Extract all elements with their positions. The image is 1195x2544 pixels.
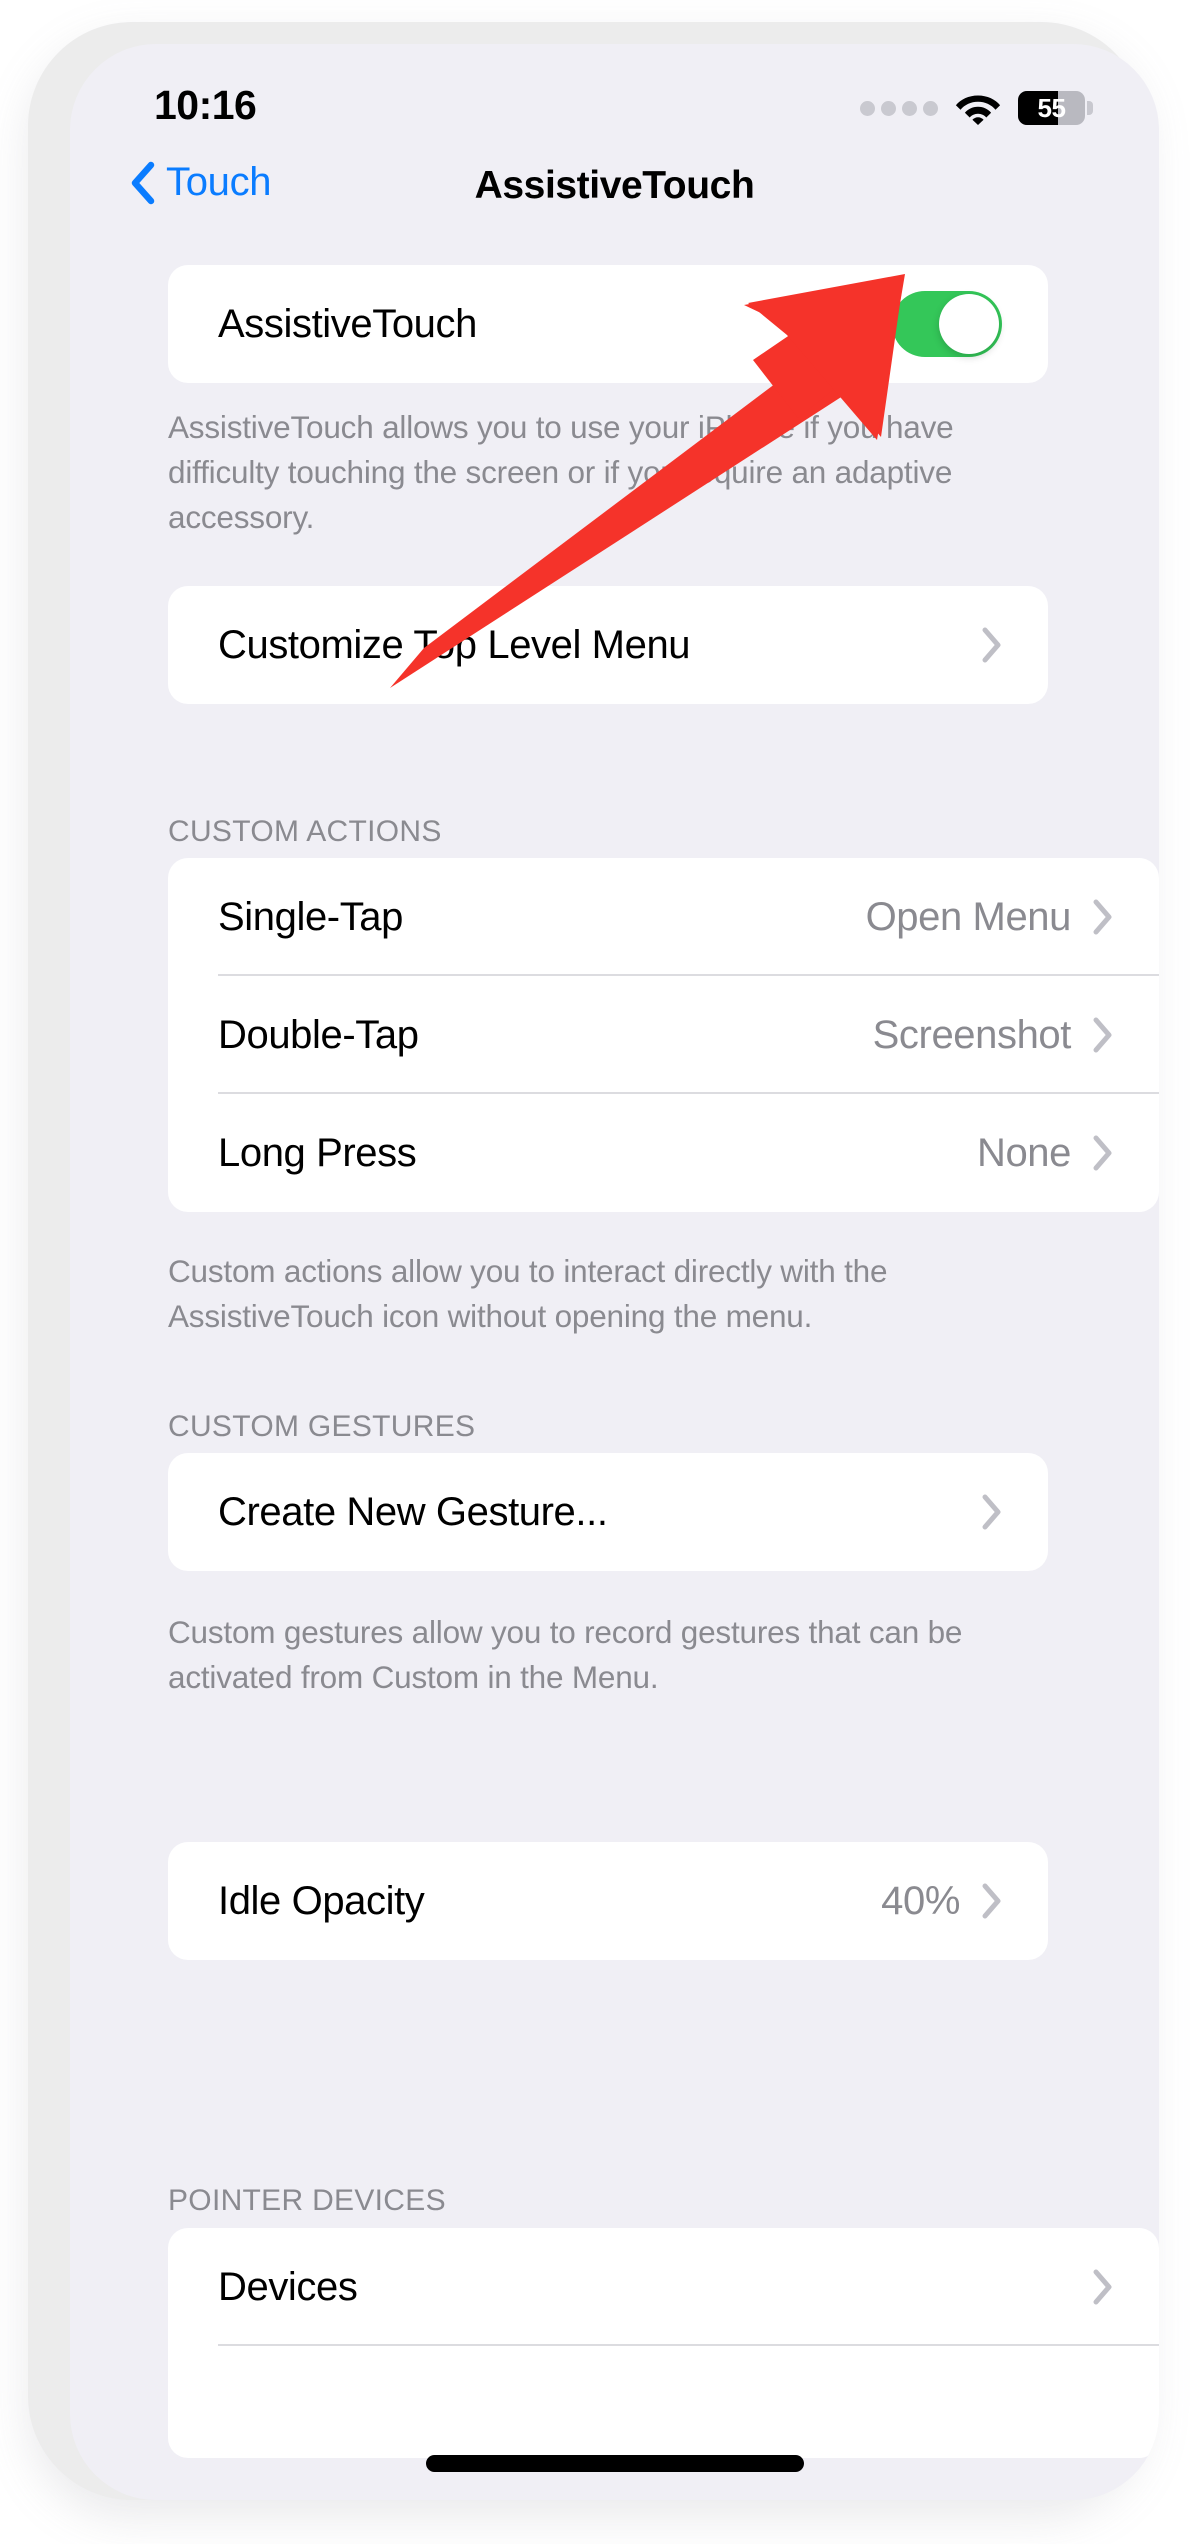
custom-gestures-card: Create New Gesture... — [168, 1453, 1048, 1571]
chevron-right-icon — [982, 627, 1001, 663]
chevron-right-icon — [1093, 899, 1112, 935]
idle-opacity-label: Idle Opacity — [218, 1878, 425, 1923]
toggle-knob — [939, 294, 999, 354]
customize-menu-card: Customize Top Level Menu — [168, 586, 1048, 704]
create-new-gesture-label: Create New Gesture... — [218, 1489, 608, 1534]
assistivetouch-toggle-label: AssistiveTouch — [218, 301, 477, 346]
single-tap-row[interactable]: Single-Tap Open Menu — [168, 858, 1159, 976]
assistivetouch-toggle-card: AssistiveTouch — [168, 265, 1048, 383]
double-tap-row[interactable]: Double-Tap Screenshot — [168, 976, 1159, 1094]
customize-top-level-menu-label: Customize Top Level Menu — [218, 622, 691, 667]
custom-actions-description: Custom actions allow you to interact dir… — [168, 1253, 888, 1334]
status-bar-time: 10:16 — [154, 82, 257, 128]
pointer-devices-header: POINTER DEVICES — [168, 2184, 446, 2217]
assistivetouch-toggle-row[interactable]: AssistiveTouch — [168, 265, 1048, 383]
idle-opacity-value: 40% — [881, 1878, 960, 1923]
navigation-bar: Touch AssistiveTouch — [70, 152, 1159, 248]
devices-label: Devices — [218, 2264, 358, 2309]
status-bar-indicators: 55 — [860, 89, 1093, 127]
custom-actions-card: Single-Tap Open Menu Double-Tap Screensh… — [168, 858, 1159, 1212]
wifi-icon — [955, 91, 1001, 125]
row-separator — [218, 2344, 1159, 2346]
idle-opacity-card: Idle Opacity 40% — [168, 1842, 1048, 1960]
pointer-devices-card: Devices — [168, 2228, 1159, 2458]
page-title: AssistiveTouch — [474, 164, 755, 207]
status-bar: 10:16 55 — [70, 44, 1159, 152]
chevron-right-icon — [1093, 2269, 1112, 2305]
assistivetouch-toggle[interactable] — [892, 291, 1002, 357]
custom-gestures-header: CUSTOM GESTURES — [168, 1410, 476, 1443]
settings-content: AssistiveTouch AssistiveTouch allows you… — [70, 248, 1159, 2500]
chevron-right-icon — [982, 1494, 1001, 1530]
custom-gestures-description: Custom gestures allow you to record gest… — [168, 1614, 963, 1695]
battery-icon: 55 — [1018, 91, 1093, 125]
chevron-right-icon — [1093, 1135, 1112, 1171]
battery-percent-label: 55 — [1037, 93, 1066, 123]
idle-opacity-row[interactable]: Idle Opacity 40% — [168, 1842, 1048, 1960]
chevron-right-icon — [982, 1883, 1001, 1919]
single-tap-value: Open Menu — [865, 894, 1072, 939]
long-press-row[interactable]: Long Press None — [168, 1094, 1159, 1212]
customize-top-level-menu-row[interactable]: Customize Top Level Menu — [168, 586, 1048, 704]
custom-actions-header: CUSTOM ACTIONS — [168, 815, 442, 848]
device-screen: 10:16 55 Touch AssistiveTouch AssistiveT… — [70, 44, 1159, 2500]
device-frame: 10:16 55 Touch AssistiveTouch AssistiveT… — [28, 22, 1159, 2500]
create-new-gesture-row[interactable]: Create New Gesture... — [168, 1453, 1048, 1571]
chevron-right-icon — [1093, 1017, 1112, 1053]
assistivetouch-description: AssistiveTouch allows you to use your iP… — [168, 409, 954, 535]
signal-dots-icon — [860, 100, 938, 116]
double-tap-label: Double-Tap — [218, 1012, 419, 1057]
double-tap-value: Screenshot — [872, 1012, 1072, 1057]
devices-row[interactable]: Devices — [168, 2228, 1159, 2346]
home-indicator[interactable] — [425, 2455, 804, 2472]
single-tap-label: Single-Tap — [218, 894, 404, 939]
long-press-label: Long Press — [218, 1130, 417, 1175]
long-press-value: None — [976, 1130, 1071, 1175]
